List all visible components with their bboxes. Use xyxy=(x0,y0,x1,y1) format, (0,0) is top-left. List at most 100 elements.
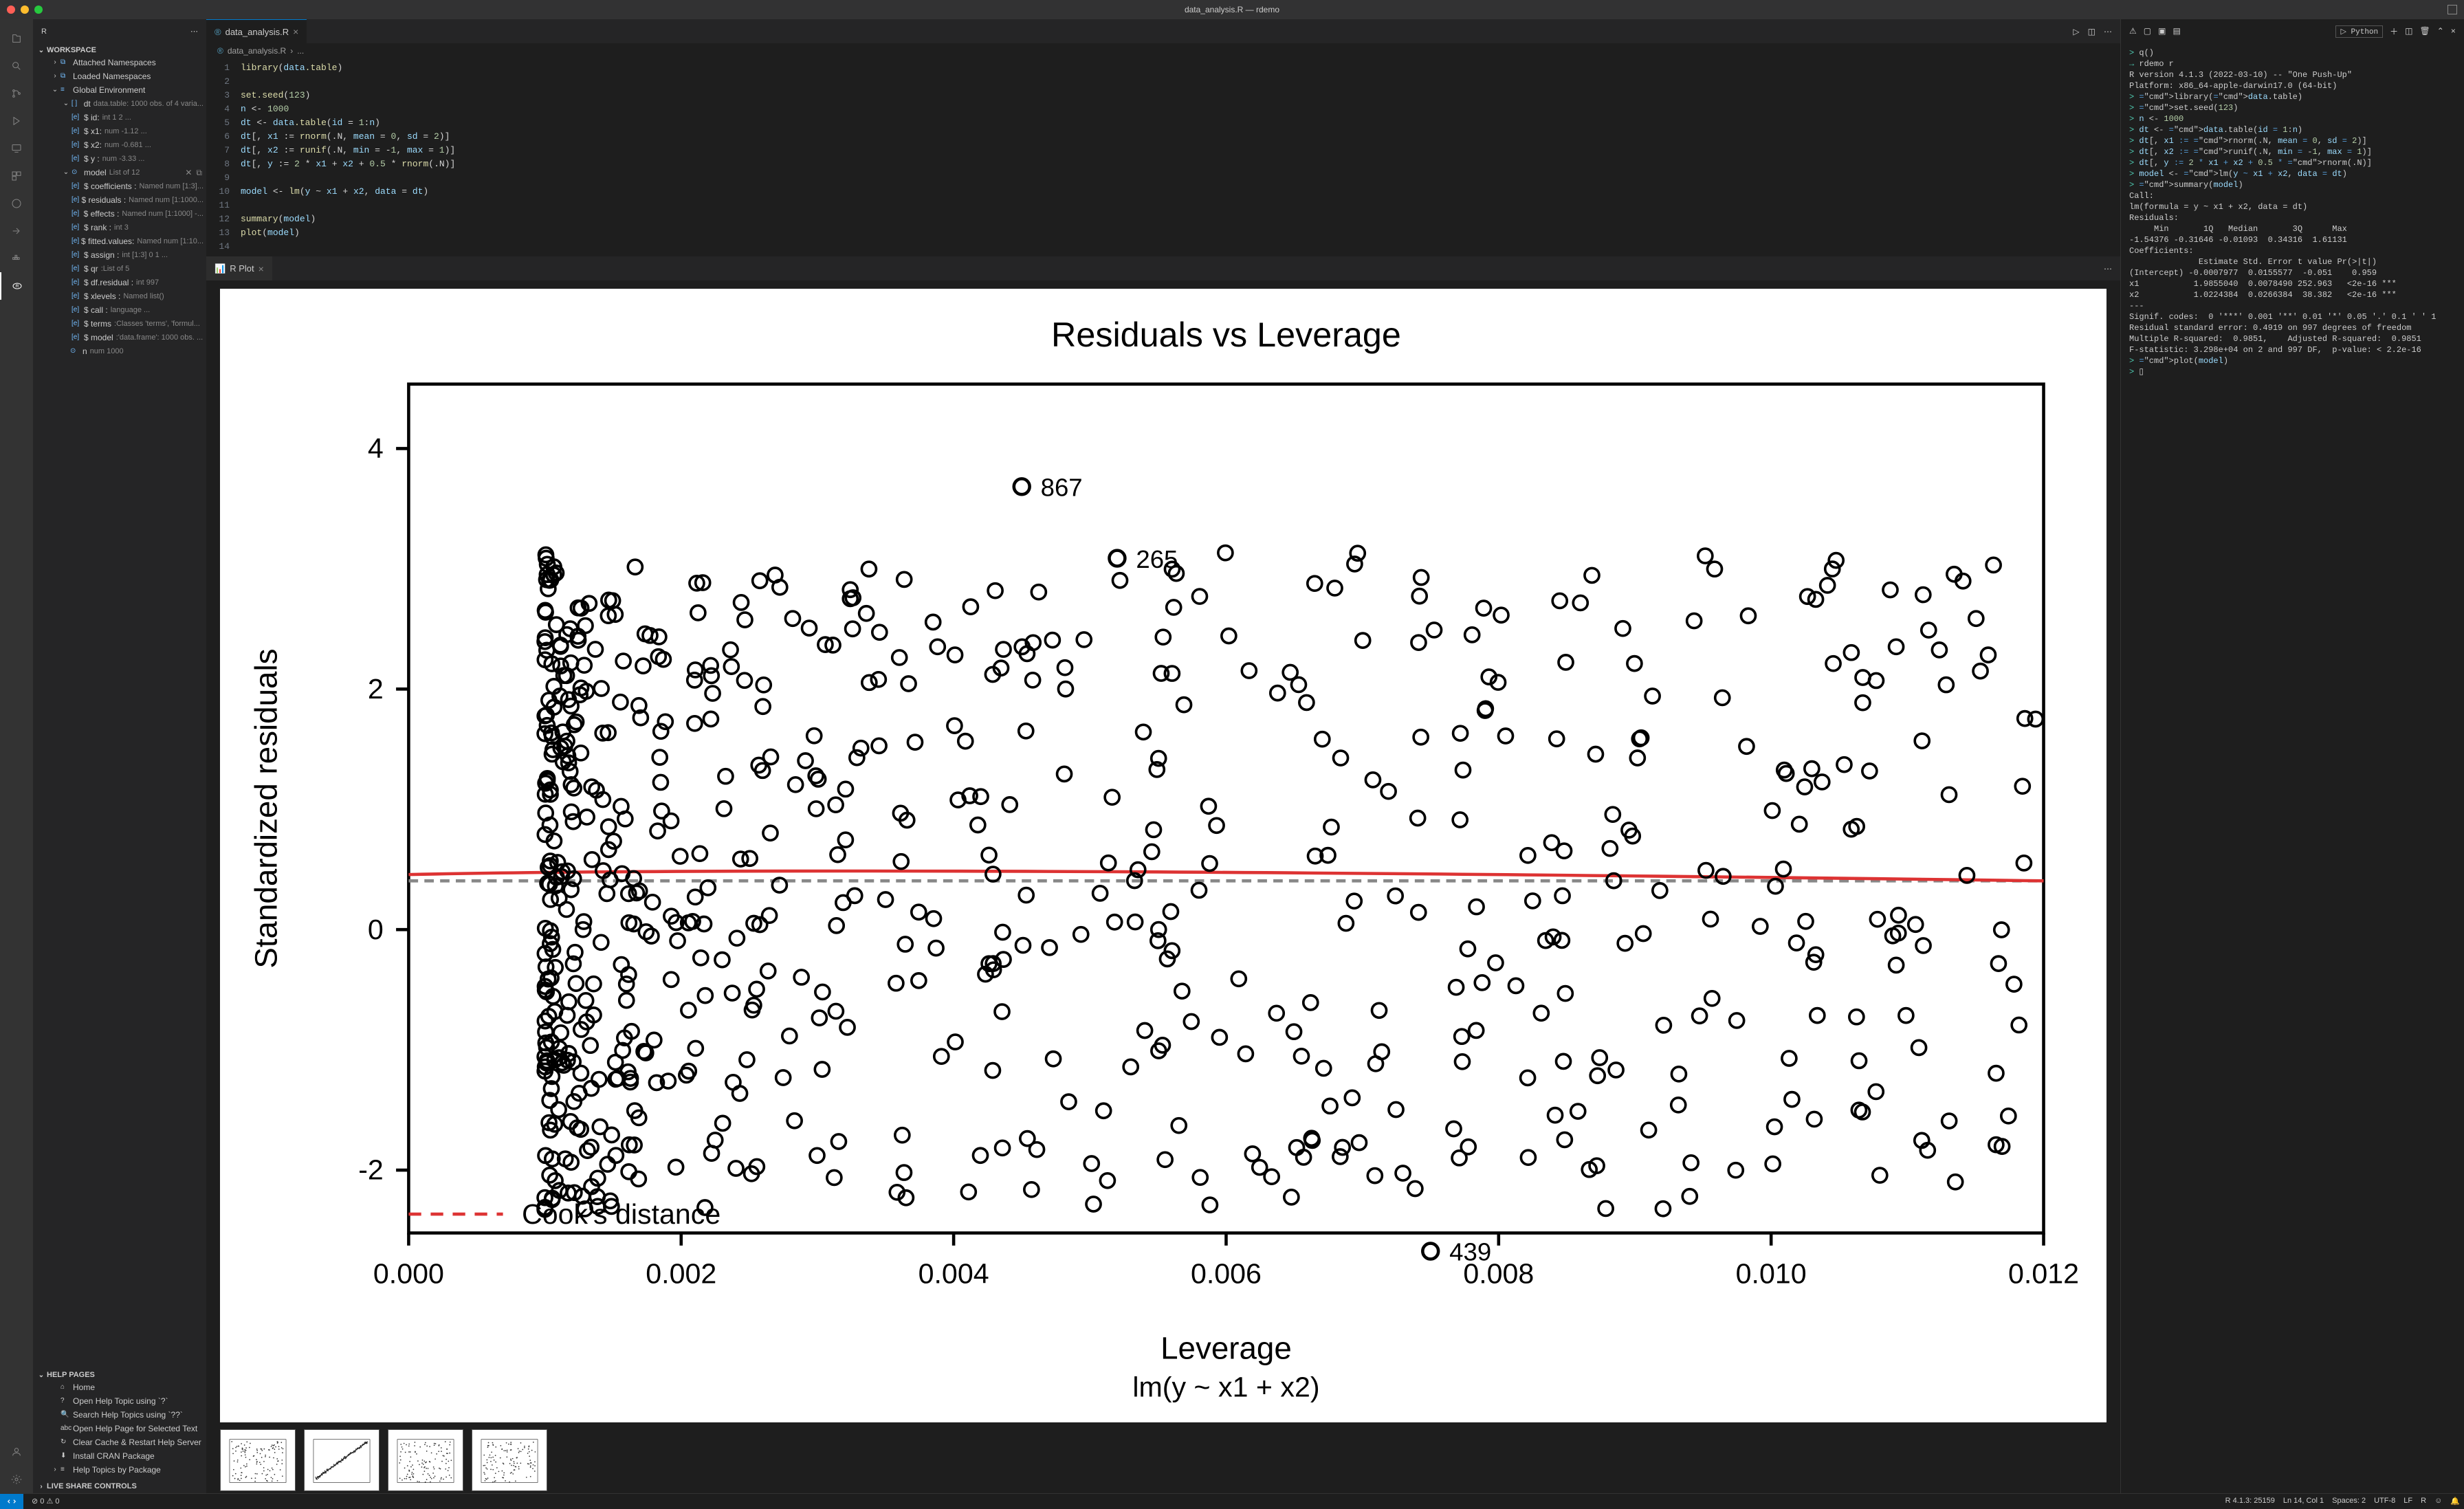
docker-icon[interactable] xyxy=(0,245,33,272)
plot-thumb-4[interactable] xyxy=(472,1429,547,1491)
var-field[interactable]: [e]$ x2:num -0.681 ... xyxy=(38,138,206,152)
remote-indicator[interactable] xyxy=(0,1494,23,1509)
svg-text:lm(y ~ x1 + x2): lm(y ~ x1 + x2) xyxy=(1132,1371,1319,1402)
svg-text:0.006: 0.006 xyxy=(1191,1258,1262,1290)
more-icon[interactable]: ⋯ xyxy=(190,27,198,36)
var-field[interactable]: [e]$ id:int 1 2 ... xyxy=(38,111,206,124)
terminal-icon-3[interactable]: ▤ xyxy=(2172,26,2180,36)
run-icon[interactable]: ▷ xyxy=(2073,27,2079,36)
plot-thumb-2[interactable] xyxy=(304,1429,380,1491)
breadcrumb[interactable]: ® data_analysis.R › ... xyxy=(206,43,2120,58)
warning-icon[interactable]: ⚠ xyxy=(2129,26,2137,36)
var-field[interactable]: [e]$ effects :Named num [1:1000] -... xyxy=(38,207,206,221)
var-field[interactable]: [e]$ rank :int 3 xyxy=(38,221,206,234)
var-dt[interactable]: ⌄[ ]dtdata.table: 1000 obs. of 4 varia..… xyxy=(38,97,206,111)
code-editor[interactable]: 1234567891011121314 library(data.table) … xyxy=(206,58,2120,256)
help-item[interactable]: ?Open Help Topic using `?` xyxy=(38,1394,206,1408)
var-field[interactable]: [e]$ call :language ... xyxy=(38,303,206,317)
terminal-icon-2[interactable]: ▣ xyxy=(2158,26,2166,36)
var-field[interactable]: [e]$ y :num -3.33 ... xyxy=(38,152,206,166)
remote-icon[interactable] xyxy=(0,135,33,162)
split-terminal-icon[interactable]: ◫ xyxy=(2405,26,2412,36)
view-var-icon[interactable]: ⧉ xyxy=(196,166,202,179)
var-n[interactable]: ⊙nnum 1000 xyxy=(38,344,206,358)
tab-data-analysis[interactable]: ® data_analysis.R × xyxy=(206,19,307,43)
extensions-icon[interactable] xyxy=(0,162,33,190)
help-item[interactable]: 🔍Search Help Topics using `??` xyxy=(38,1408,206,1422)
svg-text:Leverage: Leverage xyxy=(1160,1330,1292,1365)
r-extension-icon[interactable]: R xyxy=(0,272,33,300)
split-icon[interactable]: ◫ xyxy=(2088,27,2096,36)
status-errors[interactable]: ⊘ 0 ⚠ 0 xyxy=(28,1497,64,1506)
explorer-icon[interactable] xyxy=(0,25,33,52)
close-window-button[interactable] xyxy=(7,5,15,14)
more-icon[interactable]: ⋯ xyxy=(2104,27,2112,36)
share-icon[interactable] xyxy=(0,217,33,245)
maximize-window-button[interactable] xyxy=(34,5,43,14)
status-encoding[interactable]: UTF-8 xyxy=(2370,1497,2399,1506)
terminal-output[interactable]: > q()→ rdemo rR version 4.1.3 (2022-03-1… xyxy=(2121,43,2464,1493)
var-field[interactable]: [e]$ qr:List of 5 xyxy=(38,262,206,276)
svg-text:0.000: 0.000 xyxy=(373,1258,444,1290)
global-environment[interactable]: ⌄≡Global Environment xyxy=(38,83,206,97)
help-section[interactable]: ⌄HELP PAGES xyxy=(33,1369,206,1380)
status-spaces[interactable]: Spaces: 2 xyxy=(2328,1497,2370,1506)
svg-text:-2: -2 xyxy=(358,1154,384,1186)
close-tab-icon[interactable]: × xyxy=(293,26,298,37)
kill-terminal-icon[interactable]: 🗑 xyxy=(2420,26,2430,36)
plot-thumbnails xyxy=(220,1422,2106,1491)
status-cursor[interactable]: Ln 14, Col 1 xyxy=(2279,1497,2328,1506)
var-field[interactable]: [e]$ terms:Classes 'terms', 'formul... xyxy=(38,317,206,331)
editor-area: ® data_analysis.R × ▷ ◫ ⋯ ® data_analysi… xyxy=(206,19,2120,1493)
loaded-namespaces[interactable]: ›⧉Loaded Namespaces xyxy=(38,69,206,83)
plot-thumb-1[interactable] xyxy=(220,1429,296,1491)
help-item[interactable]: ⬇Install CRAN Package xyxy=(38,1449,206,1463)
tab-r-plot[interactable]: 📊R Plot × xyxy=(206,256,272,280)
status-feedback-icon[interactable]: ☺ xyxy=(2430,1497,2446,1506)
liveshare-section[interactable]: ›LIVE SHARE CONTROLS xyxy=(33,1481,206,1492)
new-terminal-icon[interactable]: ＋ xyxy=(2390,25,2398,37)
var-field[interactable]: [e]$ coefficients :Named num [1:3]... xyxy=(38,179,206,193)
var-field[interactable]: [e]$ assign :int [1:3] 0 1 ... xyxy=(38,248,206,262)
help-item[interactable]: abcOpen Help Page for Selected Text xyxy=(38,1422,206,1435)
status-eol[interactable]: LF xyxy=(2399,1497,2417,1506)
svg-text:439: 439 xyxy=(1449,1238,1491,1266)
account-icon[interactable] xyxy=(0,1438,33,1466)
run-debug-icon[interactable] xyxy=(0,107,33,135)
source-control-icon[interactable] xyxy=(0,80,33,107)
close-plot-tab-icon[interactable]: × xyxy=(258,263,264,274)
maximize-panel-icon[interactable]: ⌃ xyxy=(2437,26,2444,36)
plot-thumb-3[interactable] xyxy=(388,1429,463,1491)
settings-gear-icon[interactable] xyxy=(0,1466,33,1493)
close-panel-icon[interactable]: × xyxy=(2451,27,2456,36)
status-bell-icon[interactable]: 🔔 xyxy=(2446,1497,2464,1506)
svg-text:4: 4 xyxy=(368,432,384,464)
svg-text:0: 0 xyxy=(368,914,384,945)
status-r-version[interactable]: R 4.1.3: 25159 xyxy=(2221,1497,2279,1506)
window-controls xyxy=(7,5,43,14)
workspace-section[interactable]: ⌄ WORKSPACE xyxy=(33,45,206,56)
svg-text:0.002: 0.002 xyxy=(646,1258,716,1290)
minimize-window-button[interactable] xyxy=(21,5,29,14)
close-var-icon[interactable]: ✕ xyxy=(185,166,192,179)
help-item[interactable]: ↻Clear Cache & Restart Help Server xyxy=(38,1435,206,1449)
var-field[interactable]: [e]$ fitted.values:Named num [1:10... xyxy=(38,234,206,248)
terminal-icon[interactable]: ▢ xyxy=(2144,26,2151,36)
var-field[interactable]: [e]$ model:'data.frame': 1000 obs. ... xyxy=(38,331,206,344)
var-field[interactable]: [e]$ df.residual :int 997 xyxy=(38,276,206,289)
editor-tabs: ® data_analysis.R × ▷ ◫ ⋯ xyxy=(206,19,2120,43)
var-field[interactable]: [e]$ residuals :Named num [1:1000... xyxy=(38,193,206,207)
search-icon[interactable] xyxy=(0,52,33,80)
kernel-select[interactable]: ▷ Python xyxy=(2335,25,2383,38)
attached-namespaces[interactable]: ›⧉Attached Namespaces xyxy=(38,56,206,69)
github-icon[interactable] xyxy=(0,190,33,217)
status-lang[interactable]: R xyxy=(2417,1497,2430,1506)
var-model[interactable]: ⌄⊙modelList of 12 ✕⧉ xyxy=(38,166,206,179)
help-item[interactable]: ›≡Help Topics by Package xyxy=(38,1463,206,1477)
var-field[interactable]: [e]$ xlevels :Named list() xyxy=(38,289,206,303)
var-field[interactable]: [e]$ x1:num -1.12 ... xyxy=(38,124,206,138)
layout-icon[interactable] xyxy=(2448,5,2457,14)
more-icon[interactable]: ⋯ xyxy=(2104,264,2112,274)
help-item[interactable]: ⌂Home xyxy=(38,1380,206,1394)
plot-canvas[interactable]: Residuals vs LeverageLeveragelm(y ~ x1 +… xyxy=(220,289,2106,1422)
